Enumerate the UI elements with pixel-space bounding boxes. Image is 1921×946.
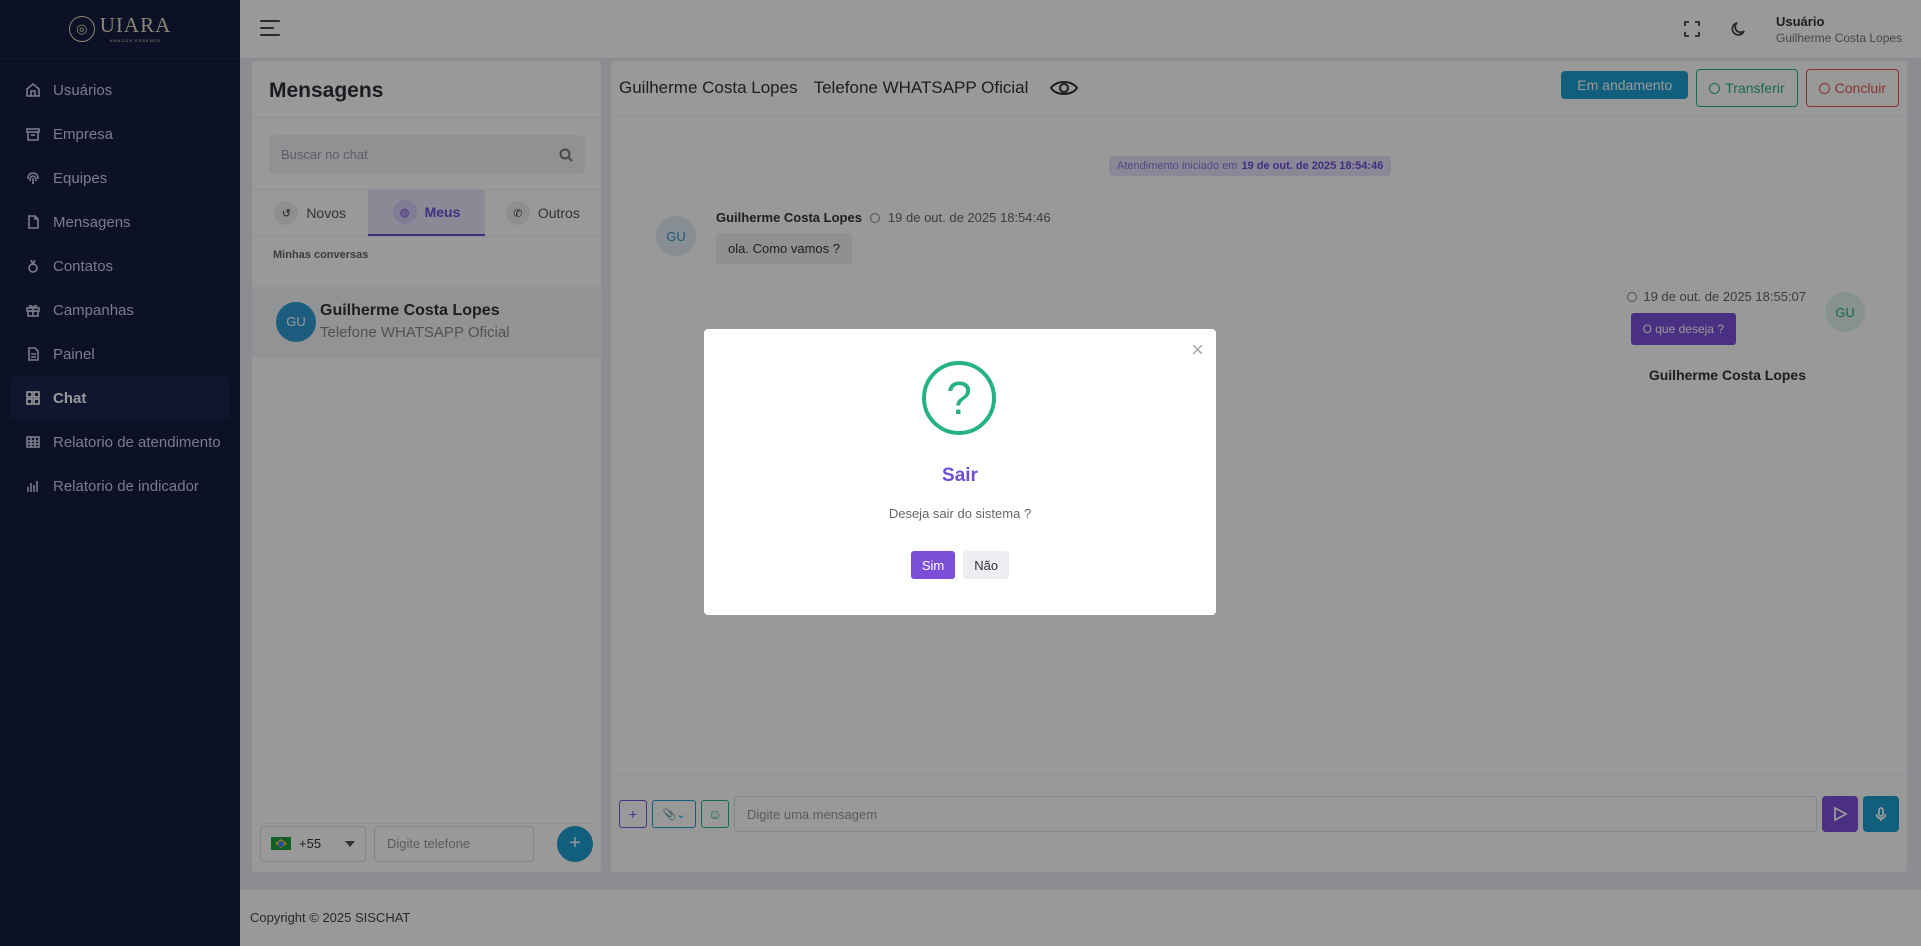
question-icon: ? — [922, 361, 996, 435]
cancel-button[interactable]: Não — [963, 551, 1010, 579]
close-icon[interactable]: × — [1191, 337, 1204, 363]
confirm-button[interactable]: Sim — [910, 551, 956, 579]
logout-dialog: × ? Sair Deseja sair do sistema ? Sim Nã… — [704, 329, 1216, 615]
dialog-text: Deseja sair do sistema ? — [888, 506, 1032, 521]
dialog-title: Sair — [942, 465, 978, 486]
